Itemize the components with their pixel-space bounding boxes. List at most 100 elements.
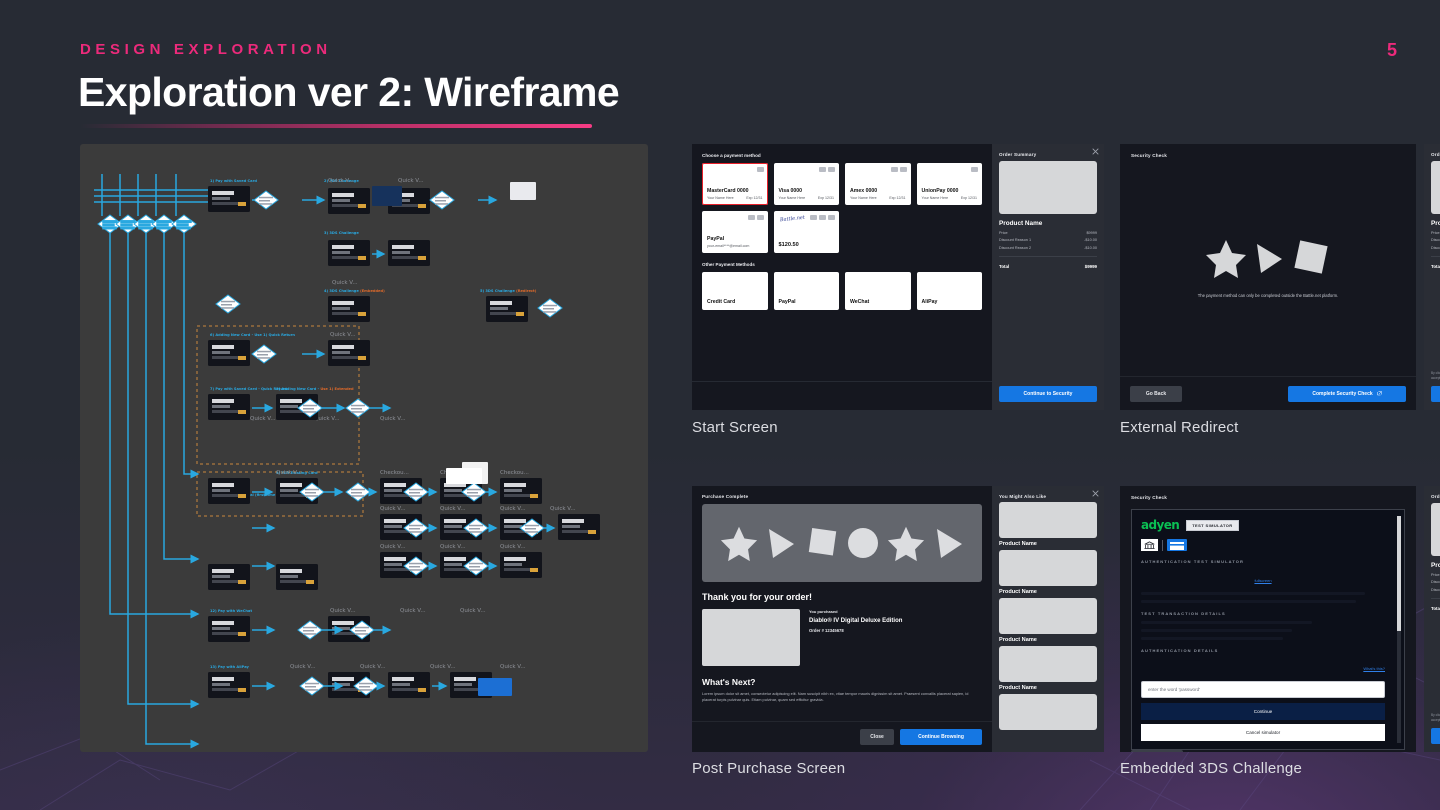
ymal-thumbnail[interactable] xyxy=(999,502,1097,538)
test-simulator-badge: TEST SIMULATOR xyxy=(1186,519,1239,531)
section-kicker: DESIGN EXPLORATION xyxy=(80,41,332,58)
post-purchase-main: Purchase Complete Thank you for your ord… xyxy=(692,486,992,752)
svg-text:6) Adding New Card - Use 1) Qu: 6) Adding New Card - Use 1) Quick Return xyxy=(210,333,295,337)
svg-text:Quick V...: Quick V... xyxy=(332,280,358,286)
divider xyxy=(1431,255,1440,257)
svg-text:Quick V...: Quick V... xyxy=(380,416,406,422)
mock-external-redirect[interactable]: Security Check The payment method can on… xyxy=(1120,144,1416,410)
product-thumbnail xyxy=(1431,161,1440,214)
fullscreen-link[interactable]: fullscreen xyxy=(1254,578,1271,583)
close-icon[interactable] xyxy=(1092,490,1099,497)
svg-text:12) Pay with WeChat: 12) Pay with WeChat xyxy=(210,609,252,613)
svg-text:Quick V...: Quick V... xyxy=(440,506,466,512)
other-method-wechat[interactable]: WeChat xyxy=(845,272,911,310)
other-method-credit-card[interactable]: Credit Card xyxy=(702,272,768,310)
card-exp: Exp 12/31 xyxy=(960,196,977,200)
svg-text:Quick V...: Quick V... xyxy=(500,544,526,550)
giftcard-balance: $120.50 xyxy=(778,242,799,248)
svg-text:Quick V...: Quick V... xyxy=(550,506,576,512)
mock-start-screen[interactable]: Choose a payment method MasterCard 0000 … xyxy=(692,144,1104,410)
other-method-paypal[interactable]: PayPal xyxy=(773,272,839,310)
you-purchased-label: You purchased xyxy=(809,609,838,614)
svg-text:Quick V...: Quick V... xyxy=(360,664,386,670)
card-label: UnionPay 0000 xyxy=(921,188,959,194)
continue-button[interactable]: Continue xyxy=(1141,703,1385,720)
amex-icon xyxy=(890,167,898,172)
legal-text: By clicking the button below you are an … xyxy=(1431,371,1440,381)
divider xyxy=(999,255,1097,257)
svg-text:Quick V...: Quick V... xyxy=(290,664,316,670)
placeholder-line xyxy=(1141,592,1366,595)
divider xyxy=(1162,539,1163,551)
password-input[interactable]: enter the word 'password' xyxy=(1141,681,1385,698)
ymal-thumbnail[interactable] xyxy=(999,550,1097,586)
ymal-thumbnail[interactable] xyxy=(999,646,1097,682)
mock-post-purchase[interactable]: Purchase Complete Thank you for your ord… xyxy=(692,486,1104,752)
choose-payment-heading: Choose a payment method xyxy=(702,153,761,158)
ymal-thumbnail[interactable] xyxy=(999,598,1097,634)
caption-external-redirect: External Redirect xyxy=(1120,419,1239,436)
svg-text:Checkou...: Checkou... xyxy=(500,470,529,476)
placeholder-line xyxy=(1141,621,1312,624)
legal-text: By clicking the button below you are an … xyxy=(1431,713,1440,723)
external-redirect-body: The payment method can only be completed… xyxy=(1120,158,1416,376)
adyen-logo: adyen xyxy=(1141,518,1180,532)
ymal-product-name: Product Name xyxy=(999,685,1037,691)
svg-text:Quick V...: Quick V... xyxy=(328,178,354,184)
method-label: PayPal xyxy=(778,299,796,305)
payment-card-amex[interactable]: Amex 0000 Your Name Here Exp 12/31 xyxy=(845,163,911,205)
payment-card-paypal[interactable]: PayPal your-email****@email.com xyxy=(702,211,768,253)
continue-browsing-button[interactable]: Continue Browsing xyxy=(900,729,982,745)
placeholder-shapes xyxy=(1205,237,1331,279)
line-label: Price xyxy=(1431,230,1440,235)
bank-icon xyxy=(1141,539,1158,551)
complete-security-check-button[interactable]: Complete Security Check xyxy=(1288,385,1406,402)
embedded-3ds-footer: Go Back xyxy=(1120,750,1416,752)
whats-this-link[interactable]: What's this? xyxy=(1363,666,1385,671)
line-label: Discount Reason 1 xyxy=(1431,238,1440,242)
payment-card-visa[interactable]: Visa 0000 Your Name Here Exp 12/31 xyxy=(773,163,839,205)
order-summary-title: Order Summary xyxy=(1431,152,1440,157)
page-number: 5 xyxy=(1386,40,1397,60)
other-methods-grid: Credit Card PayPal WeChat AliPay xyxy=(702,272,982,310)
post-purchase-footer: Close Continue Browsing xyxy=(692,721,992,752)
total-label: Total xyxy=(1431,606,1440,611)
flow-diagram-canvas[interactable]: 1) Pay with Saved Card 2) 3DS Challenge … xyxy=(80,144,648,752)
payment-card-mastercard[interactable]: MasterCard 0000 Your Name Here Exp 12/31 xyxy=(702,163,768,205)
mock-embedded-3ds[interactable]: Security Check adyen TEST SIMULATOR AUTH… xyxy=(1120,486,1416,752)
svg-text:3) 3DS Challenge: 3) 3DS Challenge xyxy=(324,231,359,235)
cancel-simulator-button[interactable]: Cancel simulator xyxy=(1141,724,1385,741)
svg-text:Quick V...: Quick V... xyxy=(330,608,356,614)
txn-details-heading: TEST TRANSACTION DETAILS xyxy=(1141,611,1226,616)
svg-text:Checkou...: Checkou... xyxy=(380,470,409,476)
circle-icon xyxy=(848,528,879,558)
close-button[interactable]: Close xyxy=(860,729,894,745)
payment-card-giftcard[interactable]: Battle.net $120.50 xyxy=(773,211,839,253)
svg-text:8) Adding New Card - Use 1) Ex: 8) Adding New Card - Use 1) Extended xyxy=(276,387,354,391)
square-icon xyxy=(1294,239,1328,274)
other-method-alipay[interactable]: AliPay xyxy=(916,272,982,310)
saved-payment-grid: MasterCard 0000 Your Name Here Exp 12/31… xyxy=(702,163,982,205)
continue-to-security-button[interactable]: Continue to Security xyxy=(1431,386,1440,402)
other-methods-heading: Other Payment Methods xyxy=(702,262,755,267)
svg-text:Quick V...: Quick V... xyxy=(380,544,406,550)
wallet-icon xyxy=(828,215,835,220)
star-icon xyxy=(1206,239,1246,278)
go-back-button[interactable]: Go Back xyxy=(1130,385,1182,402)
payment-card-unionpay[interactable]: UnionPay 0000 Your Name Here Exp 12/31 xyxy=(916,163,982,205)
close-icon[interactable] xyxy=(1092,148,1099,155)
line-label: Price xyxy=(1431,572,1440,577)
product-name: Product Name xyxy=(1431,562,1440,569)
ymal-thumbnail[interactable] xyxy=(999,694,1097,730)
line-label: Discount Reason 2 xyxy=(1431,245,1440,250)
purchased-product-name: Diablo® IV Digital Deluxe Edition xyxy=(809,618,903,624)
continue-to-security-button[interactable]: Continue to Security xyxy=(999,386,1097,402)
star-icon xyxy=(888,526,925,562)
line-value: -$10.00 xyxy=(1084,238,1097,242)
scrollbar-thumb[interactable] xyxy=(1397,516,1401,631)
continue-to-security-button[interactable]: Continue to Security xyxy=(1431,728,1440,744)
product-thumbnail xyxy=(1431,503,1440,556)
placeholder-line xyxy=(1141,637,1283,640)
go-back-button[interactable]: Go Back xyxy=(1131,750,1183,752)
adyen-simulator-frame[interactable]: adyen TEST SIMULATOR AUTHENTICATION TEST… xyxy=(1131,509,1405,750)
